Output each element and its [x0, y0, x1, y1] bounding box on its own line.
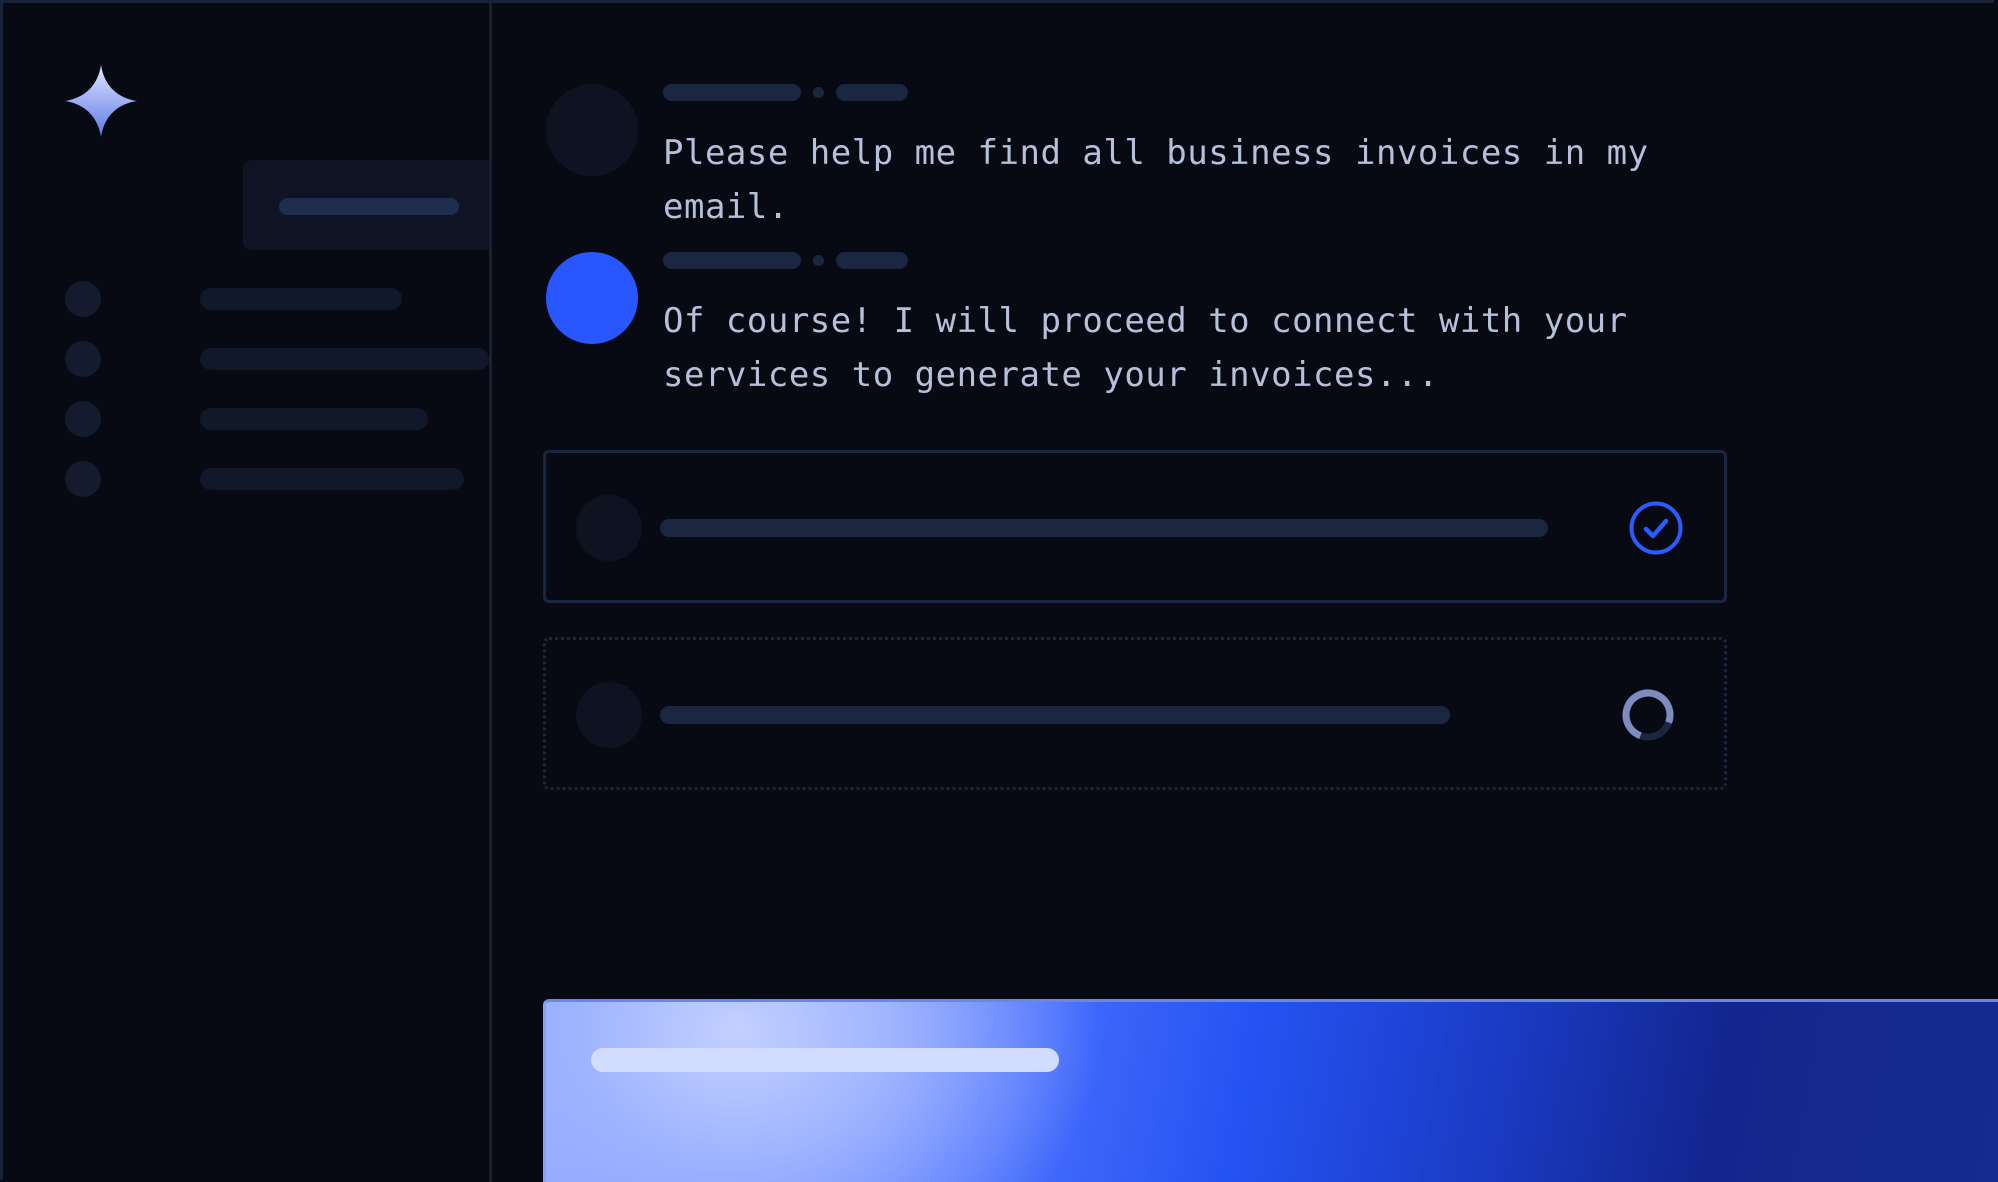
sidebar-item-active[interactable] — [243, 160, 489, 250]
assistant-avatar — [546, 252, 638, 344]
sidebar-item-label-placeholder[interactable] — [200, 408, 428, 430]
composer-placeholder — [591, 1048, 1059, 1072]
sidebar-item-icon[interactable] — [65, 401, 101, 437]
check-circle-icon — [1629, 501, 1683, 555]
sidebar-item-label-placeholder[interactable] — [200, 288, 402, 310]
user-message-text: Please help me find all business invoice… — [663, 133, 1670, 227]
task-icon — [576, 682, 642, 748]
sidebar-item-icon[interactable] — [65, 341, 101, 377]
assistant-message-text: Of course! I will proceed to connect wit… — [663, 301, 1649, 395]
message-composer[interactable] — [543, 999, 1998, 1182]
task-card-in-progress — [543, 637, 1727, 790]
sidebar-item-label-placeholder[interactable] — [200, 468, 464, 490]
task-icon — [576, 495, 642, 561]
sidebar-item-label-placeholder — [279, 198, 459, 215]
task-label-placeholder — [660, 519, 1548, 537]
sidebar-item-label-placeholder[interactable] — [200, 348, 489, 370]
task-label-placeholder — [660, 706, 1450, 724]
sidebar-item-icon[interactable] — [65, 281, 101, 317]
sidebar-item-icon[interactable] — [65, 461, 101, 497]
spinner-icon — [1622, 689, 1674, 741]
user-avatar — [546, 84, 638, 176]
task-card-completed — [543, 450, 1727, 603]
sidebar — [3, 3, 492, 1182]
sparkle-icon[interactable] — [65, 65, 137, 137]
